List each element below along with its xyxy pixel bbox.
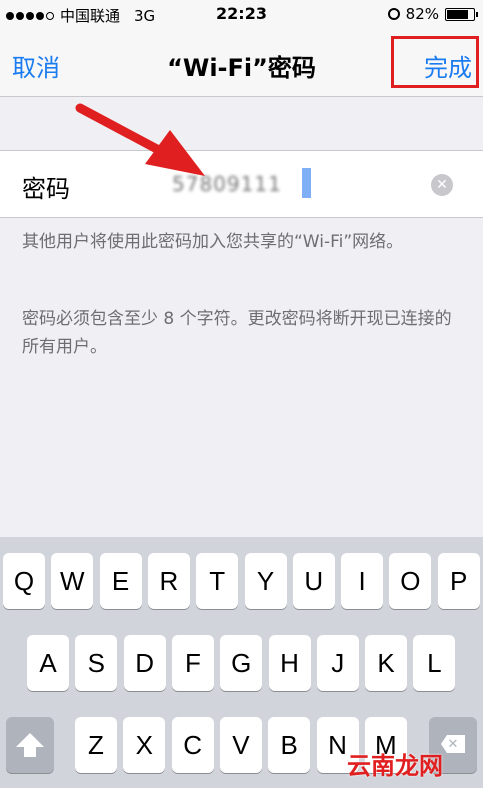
key-a[interactable]: A xyxy=(27,635,69,691)
watermark-logo: 云南龙网 xyxy=(347,752,443,780)
key-u[interactable]: U xyxy=(292,553,335,609)
shift-key[interactable] xyxy=(6,717,54,773)
status-bar: 中国联通 3G 22:23 82% xyxy=(0,0,483,28)
key-t[interactable]: T xyxy=(196,553,239,609)
key-l[interactable]: L xyxy=(413,635,456,691)
hint-length: 密码必须包含至少 8 个字符。更改密码将断开现已连接的所有用户。 xyxy=(22,309,452,357)
key-c[interactable]: C xyxy=(171,717,214,773)
battery-percent: 82% xyxy=(405,5,439,23)
done-button[interactable]: 完成 xyxy=(424,48,472,83)
key-q[interactable]: Q xyxy=(3,553,45,609)
password-input[interactable]: 57809111 xyxy=(172,172,282,196)
key-r[interactable]: R xyxy=(147,553,190,609)
key-j[interactable]: J xyxy=(316,635,359,691)
key-w[interactable]: W xyxy=(51,553,94,609)
status-right: 82% xyxy=(387,5,478,23)
password-cell[interactable]: 密码 57809111 ✕ xyxy=(0,150,483,218)
key-e[interactable]: E xyxy=(99,553,142,609)
key-v[interactable]: V xyxy=(219,717,262,773)
key-g[interactable]: G xyxy=(220,635,263,691)
battery-icon xyxy=(445,7,478,21)
key-f[interactable]: F xyxy=(171,635,214,691)
key-s[interactable]: S xyxy=(75,635,118,691)
key-p[interactable]: P xyxy=(437,553,480,609)
key-o[interactable]: O xyxy=(389,553,432,609)
key-x[interactable]: X xyxy=(123,717,166,773)
hint-share: 其他用户将使用此密码加入您共享的“Wi-Fi”网络。 xyxy=(22,232,404,252)
alarm-icon xyxy=(387,8,400,20)
navigation-bar: 取消 “Wi-Fi”密码 完成 xyxy=(0,28,483,97)
text-cursor xyxy=(302,168,311,198)
key-z[interactable]: Z xyxy=(75,717,117,773)
key-b[interactable]: B xyxy=(268,717,311,773)
key-d[interactable]: D xyxy=(123,635,166,691)
key-h[interactable]: H xyxy=(268,635,311,691)
clear-icon[interactable]: ✕ xyxy=(431,174,453,196)
key-k[interactable]: K xyxy=(365,635,408,691)
delete-icon: ✕ xyxy=(441,735,465,753)
password-label: 密码 xyxy=(22,175,70,203)
key-i[interactable]: I xyxy=(341,553,384,609)
key-y[interactable]: Y xyxy=(244,553,287,609)
